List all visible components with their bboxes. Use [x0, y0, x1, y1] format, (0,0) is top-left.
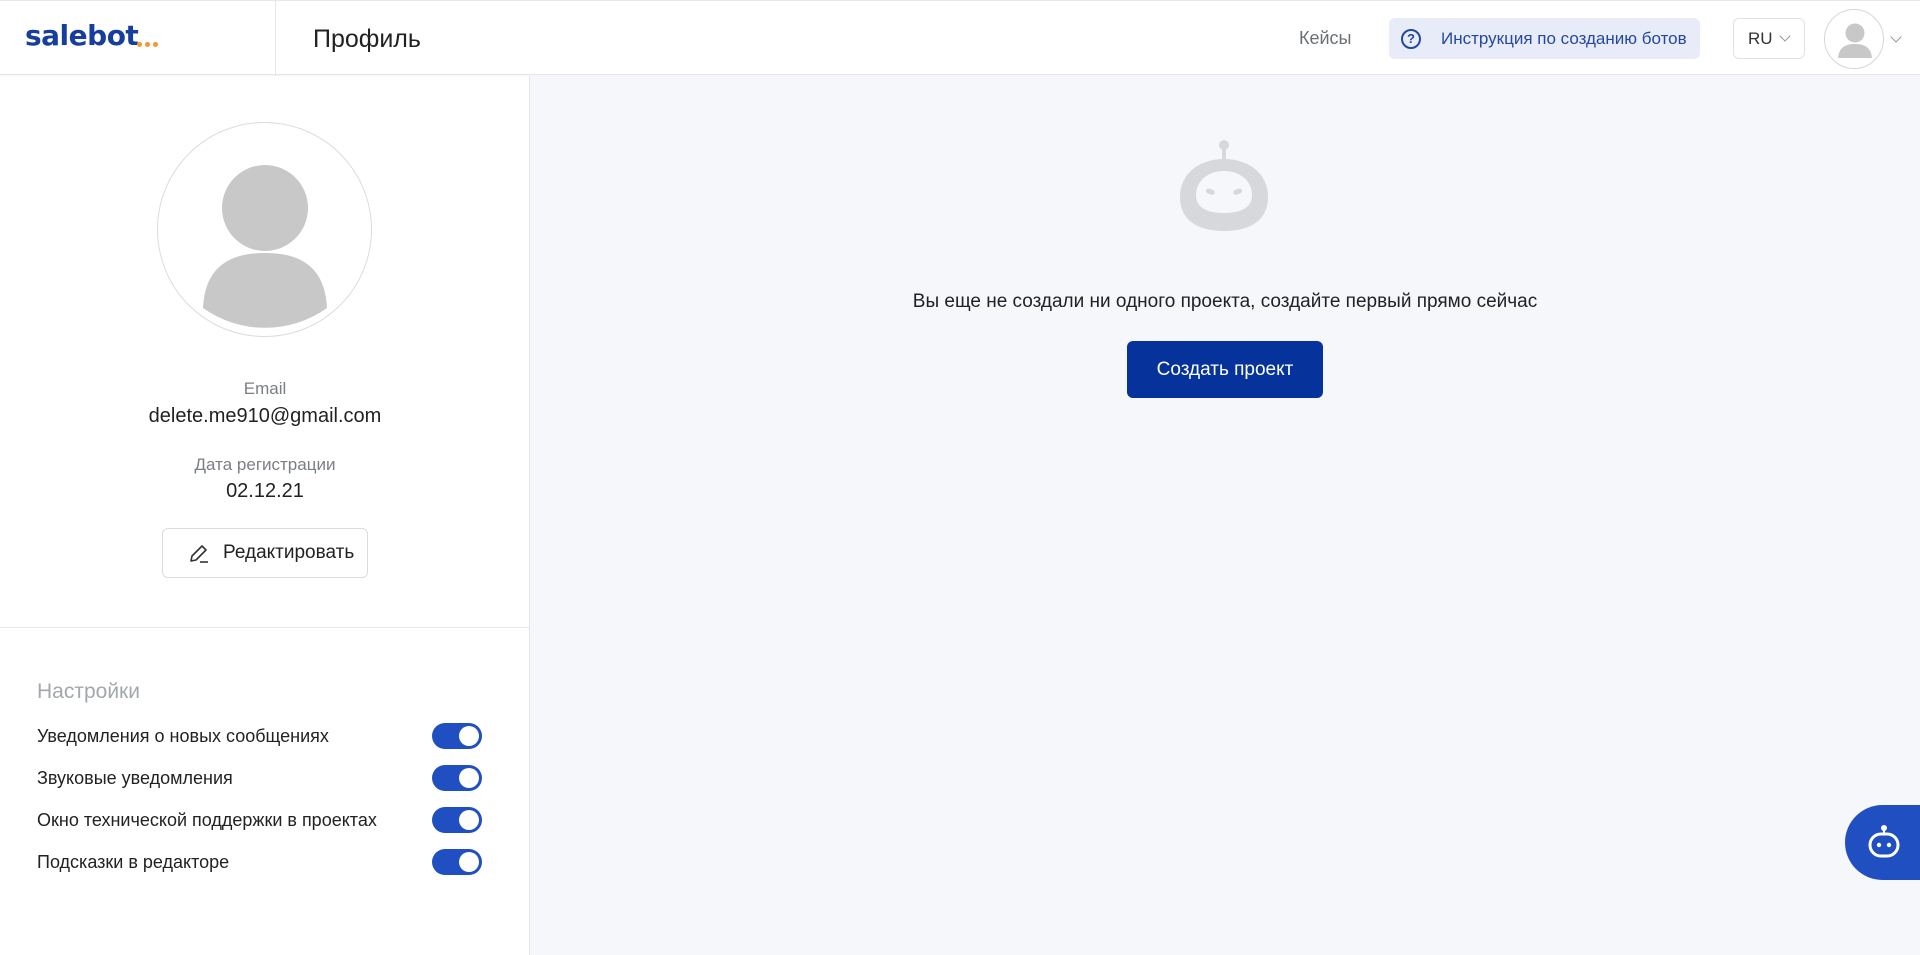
chevron-down-icon: [1890, 31, 1902, 43]
chat-bot-widget[interactable]: [1845, 805, 1920, 880]
profile-avatar: [157, 122, 372, 337]
instructions-label: Инструкция по созданию ботов: [1441, 28, 1687, 48]
sound-notifications-toggle[interactable]: [432, 765, 482, 791]
setting-editor-hints: Подсказки в редакторе: [37, 847, 482, 877]
page-title: Профиль: [313, 25, 421, 53]
profile-sidebar: Email delete.me910@gmail.com Дата регист…: [0, 76, 530, 955]
setting-support-window: Окно технической поддержки в проектах: [37, 805, 482, 835]
edit-profile-label: Редактировать: [223, 542, 355, 563]
setting-label: Окно технической поддержки в проектах: [37, 809, 377, 830]
email-value: delete.me910@gmail.com: [148, 405, 382, 427]
nav-link-cases[interactable]: Кейсы: [1299, 28, 1352, 49]
setting-sound-notifications: Звуковые уведомления: [37, 763, 482, 793]
setting-label: Подсказки в редакторе: [37, 851, 230, 872]
pencil-icon: [190, 545, 208, 563]
new-messages-toggle[interactable]: [432, 723, 482, 749]
help-circle-icon: ?: [1401, 28, 1421, 49]
sidebar-divider: [0, 627, 530, 628]
registration-date-label: Дата регистрации: [194, 455, 336, 474]
email-label: Email: [243, 379, 287, 398]
empty-projects-message: Вы еще не создали ни одного проекта, соз…: [912, 291, 1538, 312]
user-menu[interactable]: [1824, 9, 1920, 69]
editor-hints-toggle[interactable]: [432, 849, 482, 875]
chat-bot-icon: [1868, 825, 1900, 858]
robot-icon: [1180, 140, 1268, 231]
setting-new-messages-notifications: Уведомления о новых сообщениях: [37, 721, 482, 751]
setting-label: Звуковые уведомления: [37, 767, 233, 788]
language-value: RU: [1748, 28, 1773, 48]
support-window-toggle[interactable]: [432, 807, 482, 833]
create-project-button[interactable]: Создать проект: [1127, 341, 1323, 398]
edit-profile-button[interactable]: Редактировать: [162, 528, 368, 578]
setting-label: Уведомления о новых сообщениях: [37, 725, 329, 746]
language-select[interactable]: RU: [1733, 18, 1805, 59]
user-avatar-icon: [1824, 9, 1884, 69]
instructions-button[interactable]: ? Инструкция по созданию ботов: [1389, 18, 1700, 59]
chevron-down-icon: [1778, 30, 1791, 42]
logo-dots-icon: [137, 42, 158, 47]
header-divider: [275, 1, 276, 76]
main-content: Вы еще не создали ни одного проекта, соз…: [531, 76, 1920, 955]
salebot-logo[interactable]: salebot: [25, 19, 139, 52]
settings-title: Настройки: [37, 680, 140, 703]
registration-date-value: 02.12.21: [226, 480, 304, 502]
top-header: salebot Профиль Кейсы ? Инструкция по со…: [0, 0, 1920, 76]
